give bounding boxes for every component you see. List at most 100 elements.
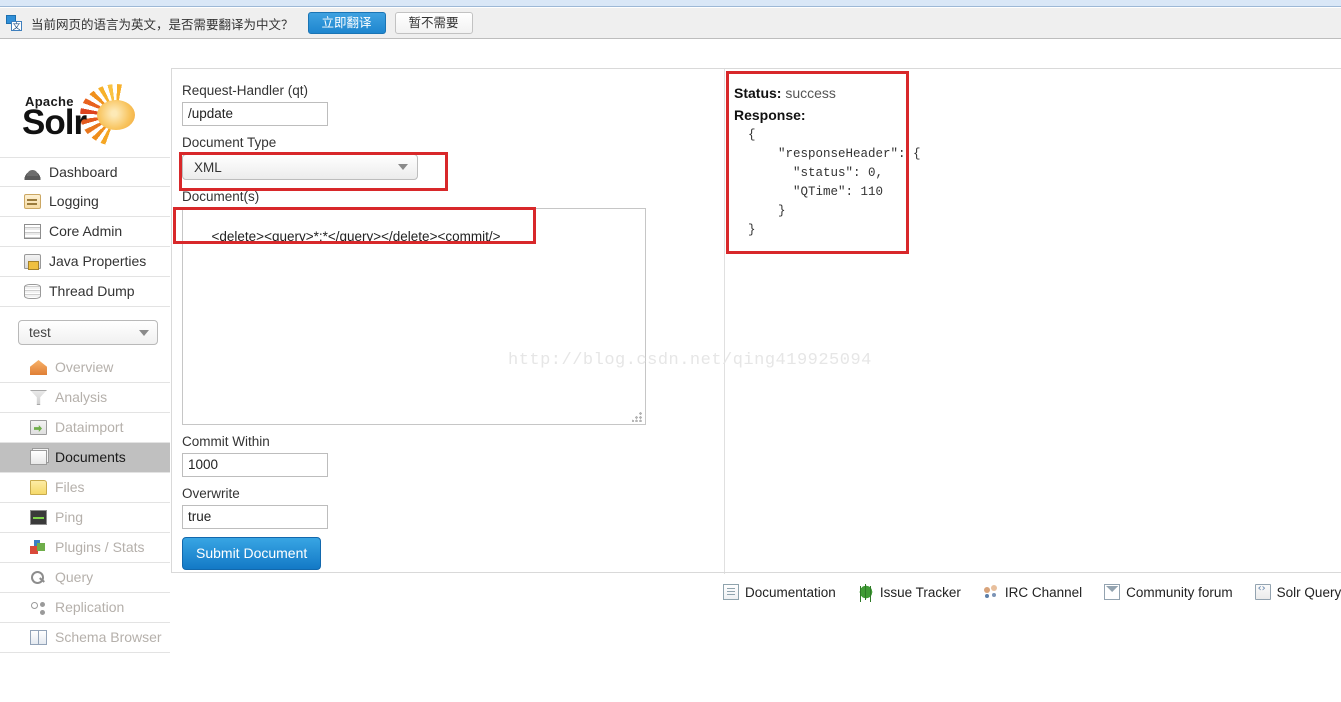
footer-link-documentation[interactable]: Documentation — [723, 584, 836, 600]
translate-notification-bar: 文 当前网页的语言为英文，是否需要翻译为中文？ 立即翻译 暂不需要 — [0, 8, 1341, 39]
resize-grip[interactable] — [632, 411, 643, 422]
sidebar-item-label: Core Admin — [49, 223, 123, 239]
document-type-label: Document Type — [182, 135, 277, 150]
mail-icon — [1104, 584, 1121, 600]
sidebar-item-label: Analysis — [55, 389, 108, 405]
documents-panel: Request-Handler (qt) /update Document Ty… — [171, 68, 1341, 574]
sidebar-item-label: Query — [55, 569, 94, 585]
solr-logo[interactable]: Apache Solr — [18, 69, 170, 151]
plugins-icon — [30, 540, 47, 555]
sidebar-item-label: Logging — [49, 193, 99, 209]
sidebar-item-analysis[interactable]: Analysis — [0, 383, 170, 413]
sidebar-item-schema-browser[interactable]: Schema Browser — [0, 623, 170, 653]
document-icon — [723, 584, 739, 600]
sidebar-item-label: Dashboard — [49, 163, 118, 180]
footer-divider — [723, 572, 1341, 573]
footer-link-label: Solr Query — [1276, 584, 1341, 600]
translate-now-button[interactable]: 立即翻译 — [307, 12, 386, 34]
bug-icon — [857, 584, 874, 600]
sidebar-item-ping[interactable]: Ping — [0, 503, 170, 533]
sidebar-item-label: Thread Dump — [49, 283, 135, 299]
commit-within-input[interactable]: 1000 — [182, 453, 328, 477]
sidebar-item-label: Replication — [55, 599, 125, 615]
files-icon — [30, 480, 47, 495]
query-icon — [30, 570, 47, 585]
sidebar-item-query[interactable]: Query — [0, 563, 170, 593]
sidebar-item-overview[interactable]: Overview — [0, 353, 170, 383]
status-line: Status: success — [734, 85, 1314, 101]
footer-link-label: Issue Tracker — [879, 584, 961, 600]
sidebar-item-thread-dump[interactable]: Thread Dump — [0, 277, 170, 307]
core-selector-wrapper: test — [0, 307, 170, 345]
sidebar-item-replication[interactable]: Replication — [0, 593, 170, 623]
chevron-down-icon — [398, 164, 408, 170]
code-icon — [1254, 583, 1271, 600]
translate-later-button[interactable]: 暂不需要 — [394, 12, 473, 34]
documents-icon — [30, 450, 47, 465]
chevron-down-icon — [139, 329, 149, 336]
core-selector-value: test — [29, 325, 51, 340]
document-type-value: XML — [194, 159, 222, 175]
sidebar-item-dashboard[interactable]: Dashboard — [0, 157, 170, 187]
overview-icon — [30, 360, 47, 375]
translate-message: 当前网页的语言为英文，是否需要翻译为中文？ — [31, 16, 294, 32]
status-value: success — [785, 85, 836, 101]
dashboard-icon — [24, 164, 41, 180]
core-nav: Overview Analysis Dataimport Documents F… — [0, 353, 170, 653]
sidebar-item-label: Dataimport — [55, 419, 124, 435]
sidebar-item-core-admin[interactable]: Core Admin — [0, 217, 170, 247]
sidebar-item-label: Java Properties — [49, 253, 147, 269]
overwrite-input[interactable]: true — [182, 505, 328, 529]
sidebar-item-dataimport[interactable]: Dataimport — [0, 413, 170, 443]
request-handler-label: Request-Handler (qt) — [182, 83, 309, 98]
footer-link-label: IRC Channel — [1004, 584, 1083, 600]
submit-document-button[interactable]: Submit Document — [182, 537, 322, 570]
footer-link-label: Community forum — [1126, 584, 1233, 600]
document-form: Request-Handler (qt) /update Document Ty… — [182, 83, 682, 570]
main-nav: Dashboard Logging Core Admin Java Proper… — [0, 157, 170, 307]
sidebar-item-label: Documents — [55, 449, 126, 465]
people-icon — [983, 584, 999, 600]
sidebar-item-java-properties[interactable]: Java Properties — [0, 247, 170, 277]
replication-icon — [30, 600, 47, 615]
footer-link-issue-tracker[interactable]: Issue Tracker — [857, 584, 961, 600]
documents-textarea-value: <delete><query>*:*</query></delete><comm… — [211, 229, 501, 244]
logo-solr-text: Solr — [22, 103, 87, 142]
sidebar-item-label: Ping — [55, 509, 84, 525]
documents-label: Document(s) — [182, 189, 260, 204]
sidebar-item-logging[interactable]: Logging — [0, 187, 170, 217]
panel-divider — [724, 69, 725, 574]
translate-icon: 文 — [6, 14, 23, 32]
response-label: Response: — [734, 107, 806, 123]
status-label: Status: — [734, 85, 782, 101]
document-type-select[interactable]: XML — [182, 154, 418, 180]
footer-link-community-forum[interactable]: Community forum — [1104, 584, 1233, 600]
footer-link-label: Documentation — [745, 584, 836, 600]
logging-icon — [24, 194, 41, 209]
dataimport-icon — [30, 420, 47, 435]
footer-link-solr-query[interactable]: Solr Query — [1254, 583, 1341, 600]
thread-dump-icon — [24, 284, 41, 299]
sidebar-item-label: Files — [55, 479, 85, 495]
core-selector-dropdown[interactable]: test — [18, 320, 158, 345]
java-properties-icon — [24, 254, 41, 270]
sidebar-item-files[interactable]: Files — [0, 473, 170, 503]
response-panel: Status: success Response: { "responseHea… — [734, 85, 1314, 240]
sidebar-item-plugins-stats[interactable]: Plugins / Stats — [0, 533, 170, 563]
sidebar-item-label: Plugins / Stats — [55, 539, 145, 555]
commit-within-label: Commit Within — [182, 434, 270, 449]
response-body: { "responseHeader": { "status": 0, "QTim… — [748, 128, 921, 237]
browser-chrome-sliver — [0, 0, 1341, 7]
documents-textarea[interactable]: <delete><query>*:*</query></delete><comm… — [182, 208, 646, 425]
request-handler-input[interactable]: /update — [182, 102, 328, 126]
sidebar-item-label: Overview — [55, 359, 114, 375]
sidebar-item-documents[interactable]: Documents — [0, 443, 170, 473]
core-admin-icon — [24, 224, 41, 239]
solr-sun-core — [97, 100, 135, 130]
schema-browser-icon — [30, 630, 47, 645]
overwrite-label: Overwrite — [182, 486, 240, 501]
ping-icon — [30, 510, 47, 525]
sidebar-item-label: Schema Browser — [55, 629, 162, 645]
sidebar: Apache Solr Dashboard Logging Core Admin… — [0, 56, 170, 656]
footer-link-irc-channel[interactable]: IRC Channel — [983, 584, 1082, 600]
